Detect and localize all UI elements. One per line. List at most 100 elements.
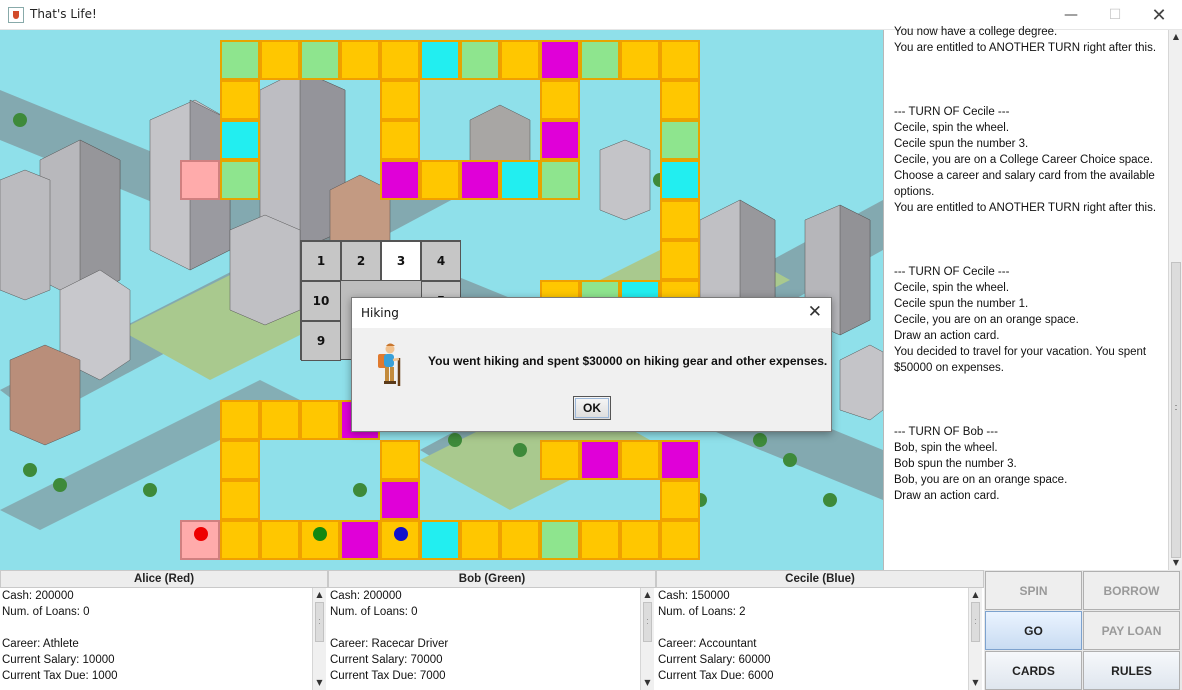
board-space-yellow [220, 520, 260, 560]
player-scroll-thumb[interactable] [971, 602, 980, 642]
rules-button[interactable]: RULES [1083, 651, 1180, 690]
board-space-magenta [380, 480, 420, 520]
action-panel: SPIN BORROW GO PAY LOAN CARDS RULES [984, 570, 1182, 690]
dialog-message: You went hiking and spent $30000 on hiki… [428, 354, 828, 368]
player-panel-alice: Alice (Red) Cash: 200000 Num. of Loans: … [0, 570, 328, 690]
board-space-cyan [420, 520, 460, 560]
player-panel-cecile: Cecile (Blue) Cash: 150000 Num. of Loans… [656, 570, 984, 690]
board-space-yellow [660, 480, 700, 520]
log-scrollbar[interactable]: ▲ ▼ [1168, 30, 1182, 570]
player-scroll-thumb[interactable] [643, 602, 652, 642]
board-space-yellow [260, 520, 300, 560]
board-space-yellow [500, 40, 540, 80]
window-title: That's Life! [30, 7, 97, 21]
board-space-yellow [620, 520, 660, 560]
go-button[interactable]: GO [985, 611, 1082, 650]
scroll-up-icon[interactable]: ▲ [641, 588, 654, 602]
log-scroll-thumb[interactable] [1171, 262, 1181, 558]
board-space-green [220, 160, 260, 200]
board-space-pink [180, 160, 220, 200]
board-space-yellow [660, 40, 700, 80]
wheel-number-3: 3 [381, 241, 421, 281]
board-space-magenta [580, 440, 620, 480]
board-space-green [540, 160, 580, 200]
scroll-down-icon[interactable]: ▼ [313, 676, 326, 690]
board-space-yellow [220, 440, 260, 480]
player-header: Cecile (Blue) [656, 570, 984, 588]
board-space-yellow [420, 160, 460, 200]
wheel-number-9: 9 [301, 321, 341, 361]
board-space-magenta [660, 440, 700, 480]
hiking-dialog: Hiking ✕ You went hiking and spent $3000… [351, 297, 832, 432]
board-space-yellow [500, 520, 540, 560]
board-space-magenta [540, 120, 580, 160]
board-space-green [460, 40, 500, 80]
board-space-yellow [380, 120, 420, 160]
board-space-yellow [220, 480, 260, 520]
java-app-icon [8, 7, 24, 23]
borrow-button[interactable]: BORROW [1083, 571, 1180, 610]
board-space-cyan [660, 160, 700, 200]
player-stats-text: Cash: 150000 Num. of Loans: 2 Career: Ac… [658, 590, 774, 682]
board-space-yellow [380, 80, 420, 120]
wheel-number-4: 4 [421, 241, 461, 281]
board-space-green [660, 120, 700, 160]
board-space-cyan [420, 40, 460, 80]
player-stats[interactable]: Cash: 200000 Num. of Loans: 0 Career: Ra… [328, 588, 642, 690]
wheel-number-10: 10 [301, 281, 341, 321]
hiker-icon [378, 343, 401, 386]
player-scrollbar[interactable]: ▲ ▼ [312, 588, 326, 690]
player-panel-bob: Bob (Green) Cash: 200000 Num. of Loans: … [328, 570, 656, 690]
player-scrollbar[interactable]: ▲ ▼ [968, 588, 982, 690]
board-space-yellow [540, 440, 580, 480]
board-space-yellow [620, 440, 660, 480]
player-stats[interactable]: Cash: 200000 Num. of Loans: 0 Career: At… [0, 588, 314, 690]
scroll-up-icon[interactable]: ▲ [313, 588, 326, 602]
board-space-yellow [340, 40, 380, 80]
scroll-down-icon[interactable]: ▼ [1169, 556, 1182, 570]
board-space-green [580, 40, 620, 80]
scroll-up-icon[interactable]: ▲ [969, 588, 982, 602]
player-stats-text: Cash: 200000 Num. of Loans: 0 Career: At… [2, 590, 118, 682]
board-space-yellow [620, 40, 660, 80]
player-stats[interactable]: Cash: 150000 Num. of Loans: 2 Career: Ac… [656, 588, 970, 690]
wheel-number-2: 2 [341, 241, 381, 281]
dialog-title: Hiking [361, 306, 399, 320]
board-space-yellow [300, 400, 340, 440]
board-space-yellow [460, 520, 500, 560]
cards-button[interactable]: CARDS [985, 651, 1082, 690]
scroll-up-icon[interactable]: ▲ [1169, 30, 1182, 44]
board-space-yellow [380, 40, 420, 80]
cecile-token [394, 527, 408, 541]
player-panels: Alice (Red) Cash: 200000 Num. of Loans: … [0, 570, 984, 690]
bob-token [313, 527, 327, 541]
board-space-yellow [580, 520, 620, 560]
player-stats-text: Cash: 200000 Num. of Loans: 0 Career: Ra… [330, 590, 449, 682]
board-space-magenta [340, 520, 380, 560]
board-space-yellow [660, 200, 700, 240]
alice-token [194, 527, 208, 541]
player-scroll-thumb[interactable] [315, 602, 324, 642]
scroll-down-icon[interactable]: ▼ [641, 676, 654, 690]
scroll-down-icon[interactable]: ▼ [969, 676, 982, 690]
player-header: Bob (Green) [328, 570, 656, 588]
player-scrollbar[interactable]: ▲ ▼ [640, 588, 654, 690]
dialog-title-bar: Hiking ✕ [352, 298, 831, 328]
board-space-green [220, 40, 260, 80]
board-space-yellow [660, 80, 700, 120]
board-space-cyan [500, 160, 540, 200]
ok-button[interactable]: OK [573, 396, 611, 420]
board-space-yellow [660, 520, 700, 560]
board-space-yellow [220, 80, 260, 120]
spin-button[interactable]: SPIN [985, 571, 1082, 610]
dialog-close-icon[interactable]: ✕ [808, 302, 822, 322]
board-space-green [300, 40, 340, 80]
event-log-text: You now have a college degree. You are e… [894, 26, 1157, 502]
board-space-yellow [220, 400, 260, 440]
pay-loan-button[interactable]: PAY LOAN [1083, 611, 1180, 650]
player-header: Alice (Red) [0, 570, 328, 588]
event-log[interactable]: You now have a college degree. You are e… [883, 26, 1182, 570]
board-space-yellow [260, 40, 300, 80]
board-space-magenta [460, 160, 500, 200]
board-space-magenta [540, 40, 580, 80]
